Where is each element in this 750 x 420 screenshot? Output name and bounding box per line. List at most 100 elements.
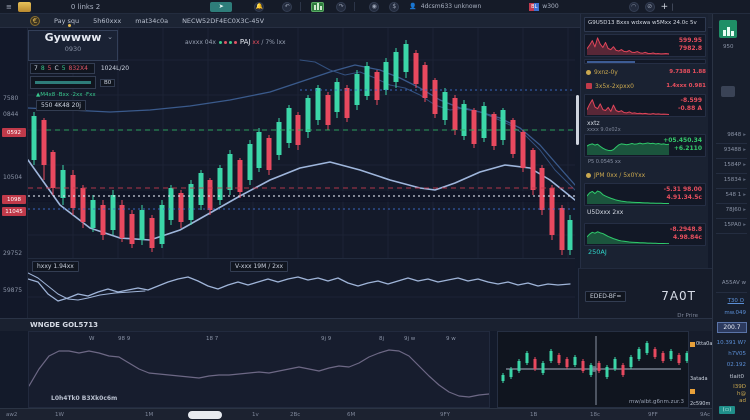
sidebar-gray-icon[interactable] <box>721 86 735 97</box>
sidebar-price-row[interactable]: 548 1▸ <box>725 192 746 198</box>
secondary-line-panel[interactable]: W98 918 79j 98j9j w9 w L0h4Tk0 B3Xk0c6m <box>28 331 490 408</box>
time-tick-label: 1B <box>530 412 537 418</box>
time-tick-label: 6M <box>347 412 355 418</box>
sidebar-price-row[interactable]: 78J60▸ <box>726 207 746 213</box>
menu-item-session[interactable]: NECW52DF4EC0X3C-45V <box>182 17 264 25</box>
price-axis[interactable]: 758008441050429752598750592109811045 <box>0 28 28 318</box>
section-title: WNGDE GOL5713 <box>30 321 98 329</box>
sidebar-price-row[interactable]: 15834▸ <box>724 177 746 183</box>
watchlist-row[interactable]: +05.450.34+6.2110 <box>584 134 706 157</box>
symbol-name: Gywwww <box>29 31 117 45</box>
app-icon[interactable] <box>18 2 31 12</box>
order-marker-tag[interactable]: 3atada <box>690 376 708 382</box>
mini-candlestick-panel[interactable]: mw/aibt.g6nm.zur.3 <box>497 331 689 408</box>
time-tick-label: 1v <box>252 412 259 418</box>
watchlist-row[interactable]: P5 0.0545 xx <box>584 159 706 167</box>
order-marker-tag[interactable]: 0tta0a <box>690 341 712 347</box>
watchlist-row[interactable]: -8.2948.84.98.84c <box>584 223 706 246</box>
currency-icon[interactable]: € <box>30 16 40 26</box>
add-panel-button[interactable]: + <box>661 2 669 12</box>
sidebar-price-row[interactable]: 1584P▸ <box>724 162 746 168</box>
red-square-icon <box>586 83 592 89</box>
menu-item-pay[interactable]: Pay squ <box>54 17 79 25</box>
bell-icon[interactable]: 🔔 <box>254 2 264 12</box>
menu-item-indicators[interactable]: 5h60xxx <box>93 17 121 25</box>
legend-suffix: / 7% lxx <box>261 39 285 46</box>
watchlist-scrollbar[interactable] <box>576 95 579 145</box>
indicator-panel[interactable] <box>28 258 575 318</box>
green-chart-icon[interactable] <box>719 20 737 38</box>
mini-panel-label: mw/aibt.g6nm.zur.3 <box>629 399 684 405</box>
sidebar-blue-value: h7V05 <box>728 351 746 357</box>
quote-values: 1.4xxx 0.981 <box>666 83 706 89</box>
menu-item-instruments[interactable]: mat34c0a <box>135 17 168 25</box>
chart-type-icon[interactable] <box>311 2 324 12</box>
chevron-down-icon[interactable]: ⌄ <box>107 33 113 41</box>
order-marker-tag[interactable]: 2c590m <box>690 401 710 407</box>
yellow-dot-icon <box>586 173 591 178</box>
watchlist-row[interactable]: xxtzxxxx 9.0x02x <box>584 119 706 132</box>
instrument-label: 3x5x-2xpxx0 <box>595 83 634 90</box>
sidebar-price-row[interactable]: 93488▸ <box>724 147 746 153</box>
sidebar-selected-value[interactable]: 200.7 <box>717 322 747 333</box>
axis-price-label: 0844 <box>3 111 18 118</box>
watchlist-row[interactable]: 3x5x-2xpxx0 1.4xxx 0.981 <box>584 80 706 92</box>
settings-icon[interactable]: ⊘ <box>645 2 655 12</box>
watchlist-row[interactable]: U5Dxxx 2xx <box>584 208 706 221</box>
watchlist-panel[interactable]: G9U5D13 Bxxs wdxwa w5Mxx 24.0c 5v 599.957… <box>580 14 708 268</box>
legend-token: 832X4 <box>69 65 88 72</box>
watchlist-row[interactable]: 250AJ <box>584 248 706 259</box>
time-axis[interactable]: aw21W1M1v2Bc6M9FY1B18c9FF9Ac <box>0 408 712 420</box>
legend-dots <box>218 39 238 46</box>
instrument-label: JPM 0xx / 5x0Yxx <box>594 172 645 179</box>
watchlist-row[interactable]: -5.31 98.004.91.34.5c <box>584 183 706 206</box>
sparkline-chart <box>587 186 669 204</box>
watchlist-row[interactable]: 9xnz-0y9.7388 1.88 <box>584 66 706 78</box>
legend-token: 8 <box>41 65 45 72</box>
legend-a-b0: B0 <box>100 79 115 87</box>
legend-change: xx <box>252 39 259 46</box>
coin-icon[interactable]: $ <box>389 2 399 12</box>
globe-icon[interactable]: ◉ <box>369 2 379 12</box>
time-scrollbar-thumb[interactable] <box>188 411 222 419</box>
undo-icon[interactable]: ↶ <box>282 2 292 12</box>
current-price-badge: 0592 <box>2 128 26 137</box>
bottom-section-header[interactable]: WNGDE GOL5713 <box>0 318 712 331</box>
time-tick-label: 18c <box>590 412 600 418</box>
redo-icon[interactable]: ↷ <box>336 2 346 12</box>
watchlist-row[interactable]: 599.957982.8 <box>584 34 706 57</box>
sidebar-keyboard-icon[interactable]: ⟨▭⟩ <box>719 406 735 414</box>
teal-progress-bar <box>35 81 91 84</box>
sidebar-price-row[interactable]: 15PA0▸ <box>724 222 746 228</box>
menu-icon[interactable]: ≡ <box>6 3 12 11</box>
quote-label: EDED-BF= <box>585 291 626 302</box>
cursor-tool-button[interactable]: ➤ <box>210 2 232 12</box>
help-icon[interactable]: ◠ <box>629 2 639 12</box>
current-price-badge: 1098 <box>2 195 26 204</box>
sparkline-chart <box>587 37 669 55</box>
sidebar-link-2[interactable]: mw.049 <box>724 310 746 316</box>
symbol-selector[interactable]: Gywwww ⌄ 0930 <box>28 30 118 61</box>
purple-tick: 9 w <box>446 336 456 342</box>
sidebar-link-1[interactable]: T30 O <box>728 298 744 304</box>
right-sidebar[interactable]: 950 9848▸93488▸1584P▸15834▸548 1▸78J60▸1… <box>712 14 750 420</box>
watchlist-row[interactable]: G9U5D13 Bxxs wdxwa w5Mxx 24.0c 5v <box>584 17 706 32</box>
time-tick-label: aw2 <box>6 412 17 418</box>
sparkline-chart <box>587 137 669 155</box>
row-values: 599.957982.8 <box>679 37 702 53</box>
watchlist-row[interactable]: JPM 0xx / 5x0Yxx <box>584 169 706 181</box>
order-marker-tag[interactable] <box>690 389 696 394</box>
person-icon[interactable]: 👤 <box>409 3 416 10</box>
axis-price-label: 59875 <box>3 287 22 294</box>
purple-tick: 8j <box>379 336 384 342</box>
legend-token: 5 <box>48 65 52 72</box>
sidebar-price-row[interactable]: 9848▸ <box>727 132 746 138</box>
watchlist-row[interactable] <box>584 59 706 64</box>
broker-badge-value: w300 <box>542 3 558 10</box>
toolbar-divider <box>300 2 301 11</box>
watchlist-row[interactable]: -8.599-0.88 A <box>584 94 706 117</box>
legend-prefix: avxxx 04x <box>185 39 216 46</box>
purple-tick: 98 9 <box>118 336 130 342</box>
instrument-label: U5Dxxx 2xx <box>587 209 703 216</box>
top-toolbar: ≡ 0 links 2 ➤ 🔔 ↶ ↷ ◉ $ 👤 4dcsm633 unkno… <box>0 0 750 14</box>
